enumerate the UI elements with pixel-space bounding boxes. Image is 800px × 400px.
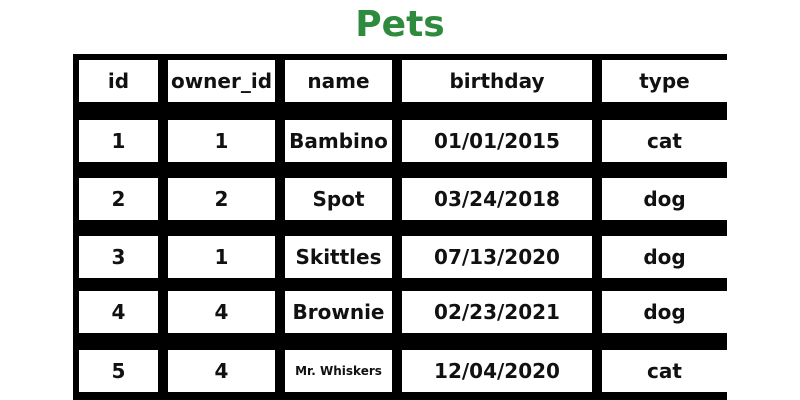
- cell-owner-id: 4: [168, 291, 275, 333]
- header-name: name: [285, 60, 392, 102]
- cell-owner-id: 1: [168, 120, 275, 162]
- cell-owner-id: 4: [168, 350, 275, 392]
- cell-type: dog: [602, 178, 727, 220]
- header-birthday: birthday: [402, 60, 592, 102]
- cell-owner-id: 1: [168, 236, 275, 278]
- cell-name: Spot: [285, 178, 392, 220]
- cell-id: 1: [79, 120, 158, 162]
- cell-id: 5: [79, 350, 158, 392]
- cell-birthday: 03/24/2018: [402, 178, 592, 220]
- cell-type: cat: [602, 350, 727, 392]
- header-type: type: [602, 60, 727, 102]
- cell-name: Bambino: [285, 120, 392, 162]
- pets-table: id owner_id name birthday type 1 1 Bambi…: [73, 54, 727, 400]
- cell-name: Mr. Whiskers: [285, 350, 392, 392]
- page-title: Pets: [355, 4, 445, 45]
- cell-type: dog: [602, 291, 727, 333]
- cell-type: dog: [602, 236, 727, 278]
- cell-id: 2: [79, 178, 158, 220]
- header-id: id: [79, 60, 158, 102]
- cell-birthday: 02/23/2021: [402, 291, 592, 333]
- cell-name: Skittles: [285, 236, 392, 278]
- cell-name: Brownie: [285, 291, 392, 333]
- cell-birthday: 07/13/2020: [402, 236, 592, 278]
- page: Pets id owner_id name birthday type 1 1 …: [0, 0, 800, 400]
- cell-birthday: 01/01/2015: [402, 120, 592, 162]
- cell-birthday: 12/04/2020: [402, 350, 592, 392]
- cell-id: 3: [79, 236, 158, 278]
- cell-owner-id: 2: [168, 178, 275, 220]
- header-owner-id: owner_id: [168, 60, 275, 102]
- cell-id: 4: [79, 291, 158, 333]
- cell-type: cat: [602, 120, 727, 162]
